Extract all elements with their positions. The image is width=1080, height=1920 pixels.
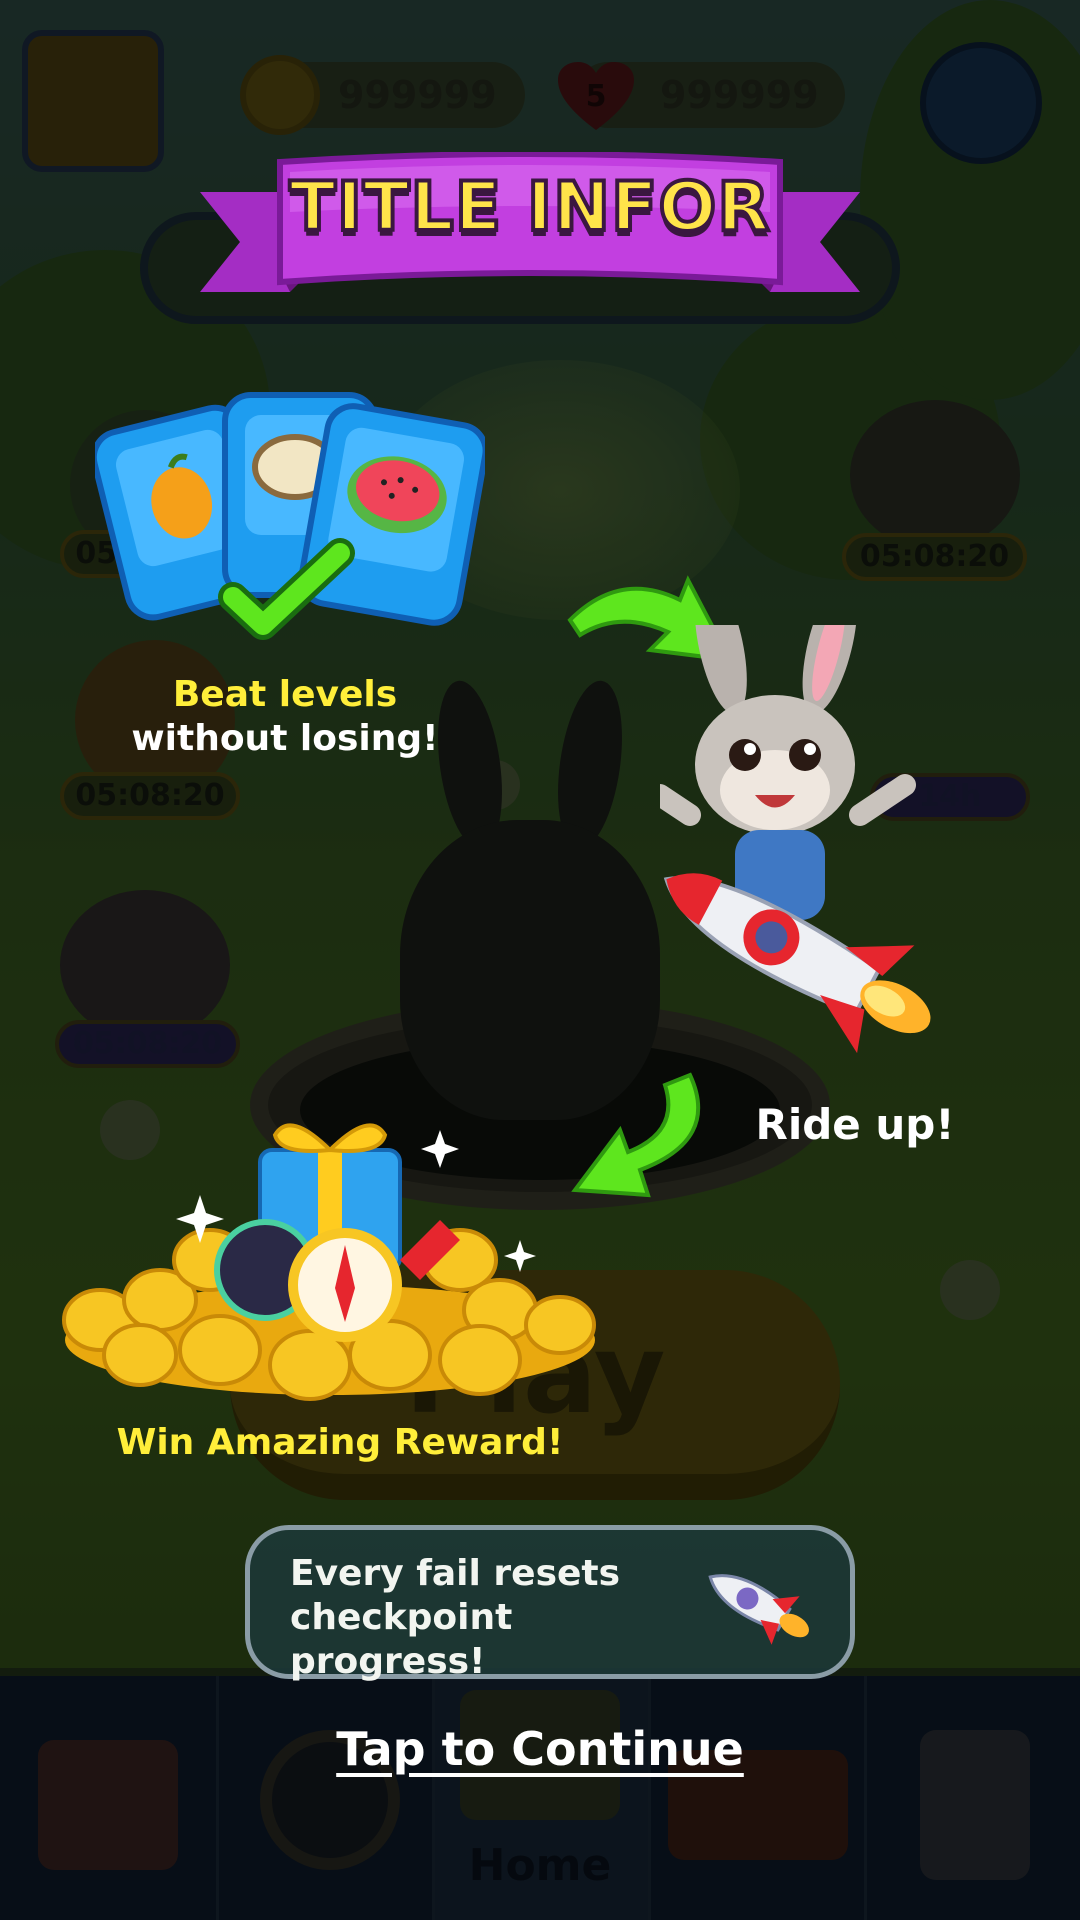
fruit-cards-illustration [95, 392, 485, 640]
ribbon-title: TITLE INFOR [287, 166, 771, 249]
reward-pile-illustration [62, 1123, 596, 1401]
info-text: Every fail resets checkpoint progress! [290, 1552, 710, 1684]
step-ride: Ride up! [755, 1100, 955, 1149]
rocket-bunny-illustration [660, 625, 931, 1054]
step-beat-line2: without losing! [131, 718, 439, 759]
step-reward: Win Amazing Reward! [116, 1422, 564, 1463]
info-line1: Every fail resets [290, 1553, 621, 1594]
step-beat-line1: Beat levels [172, 674, 398, 715]
tap-to-continue[interactable]: Tap to Continue [0, 1722, 1080, 1776]
rocket-icon [708, 1574, 809, 1645]
info-line2: checkpoint progress! [290, 1597, 513, 1682]
